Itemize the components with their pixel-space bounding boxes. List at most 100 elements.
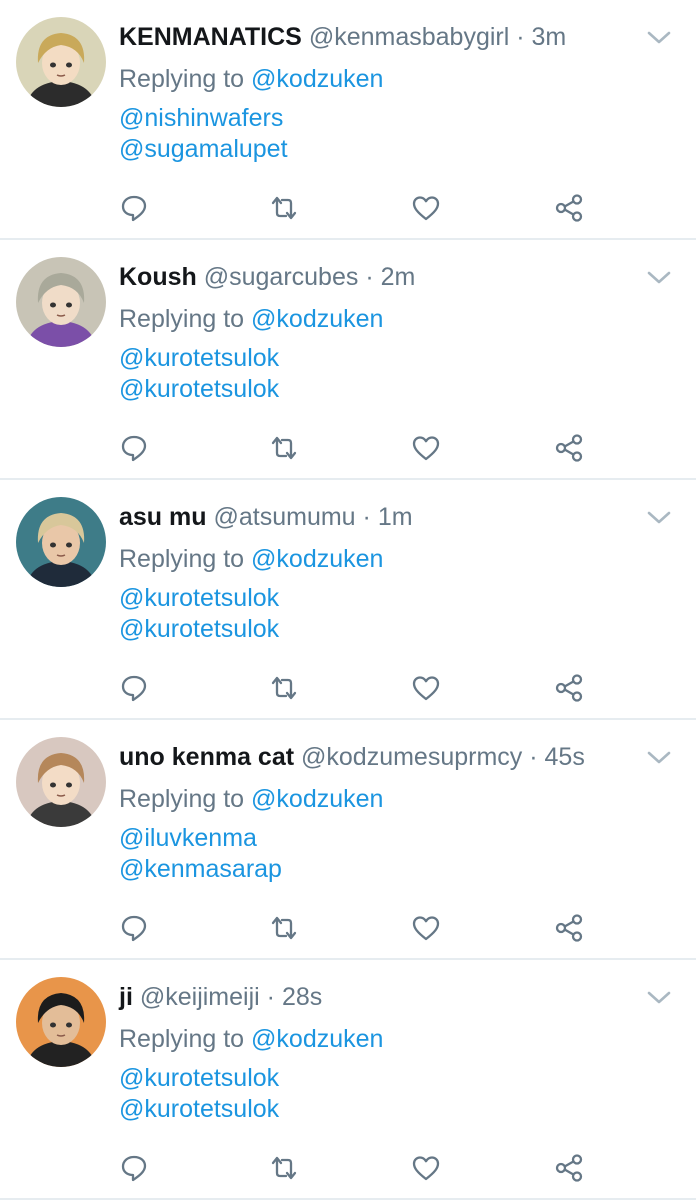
- user-handle[interactable]: @kenmasbabygirl: [309, 23, 509, 51]
- timestamp[interactable]: 1m: [378, 503, 413, 531]
- mention-link[interactable]: @kurotetsulok: [119, 1094, 279, 1125]
- avatar-image: [16, 257, 106, 347]
- avatar-image: [16, 17, 106, 107]
- reply-icon[interactable]: [114, 668, 154, 708]
- share-icon[interactable]: [549, 428, 589, 468]
- replying-to-link[interactable]: @kodzuken: [251, 1025, 383, 1053]
- user-handle[interactable]: @keijimeiji: [140, 983, 260, 1011]
- tweet-body: @kurotetsulok @kurotetsulok: [119, 1063, 279, 1125]
- heart-icon[interactable]: [406, 908, 446, 948]
- timeline: KENMANATICS @kenmasbabygirl · 3m Replyin…: [0, 0, 696, 1200]
- reply-icon[interactable]: [114, 188, 154, 228]
- reply-icon[interactable]: [114, 908, 154, 948]
- avatar-image: [16, 737, 106, 827]
- tweet-body: @iluvkenma @kenmasarap: [119, 823, 282, 885]
- separator-dot: ·: [516, 23, 532, 51]
- display-name[interactable]: uno kenma cat: [119, 743, 294, 771]
- avatar[interactable]: [16, 977, 106, 1067]
- chevron-down-icon[interactable]: [644, 268, 674, 288]
- mention-link[interactable]: @kurotetsulok: [119, 343, 279, 374]
- mention-link[interactable]: @kurotetsulok: [119, 374, 279, 405]
- mention-link[interactable]: @iluvkenma: [119, 823, 282, 854]
- replying-label: Replying to: [119, 65, 245, 93]
- tweet-actions: [0, 668, 696, 708]
- replying-to: Replying to @kodzuken: [119, 1022, 383, 1056]
- retweet-icon[interactable]: [264, 188, 304, 228]
- avatar-image: [16, 497, 106, 587]
- retweet-icon[interactable]: [264, 668, 304, 708]
- separator-dot: ·: [529, 743, 545, 771]
- user-handle[interactable]: @kodzumesuprmcy: [301, 743, 522, 771]
- heart-icon[interactable]: [406, 428, 446, 468]
- replying-to: Replying to @kodzuken: [119, 302, 383, 336]
- mention-link[interactable]: @sugamalupet: [119, 134, 288, 165]
- chevron-down-icon[interactable]: [644, 508, 674, 528]
- replying-to-link[interactable]: @kodzuken: [251, 305, 383, 333]
- replying-label: Replying to: [119, 785, 245, 813]
- display-name[interactable]: Koush: [119, 263, 197, 291]
- tweet-actions: [0, 908, 696, 948]
- separator-dot: ·: [266, 983, 282, 1011]
- tweet[interactable]: uno kenma cat @kodzumesuprmcy · 45s Repl…: [0, 720, 696, 960]
- avatar[interactable]: [16, 737, 106, 827]
- display-name[interactable]: KENMANATICS: [119, 23, 302, 51]
- timestamp[interactable]: 2m: [381, 263, 416, 291]
- replying-to-link[interactable]: @kodzuken: [251, 785, 383, 813]
- share-icon[interactable]: [549, 668, 589, 708]
- tweet-body: @kurotetsulok @kurotetsulok: [119, 343, 279, 405]
- mention-link[interactable]: @kurotetsulok: [119, 583, 279, 614]
- tweet[interactable]: ji @keijimeiji · 28s Replying to @kodzuk…: [0, 960, 696, 1200]
- tweet-actions: [0, 188, 696, 228]
- replying-to-link[interactable]: @kodzuken: [251, 65, 383, 93]
- avatar-image: [16, 977, 106, 1067]
- retweet-icon[interactable]: [264, 1148, 304, 1188]
- reply-icon[interactable]: [114, 1148, 154, 1188]
- separator-dot: ·: [362, 503, 378, 531]
- tweet[interactable]: KENMANATICS @kenmasbabygirl · 3m Replyin…: [0, 0, 696, 240]
- replying-label: Replying to: [119, 545, 245, 573]
- timestamp[interactable]: 28s: [282, 983, 322, 1011]
- separator-dot: ·: [365, 263, 381, 291]
- timestamp[interactable]: 45s: [545, 743, 585, 771]
- tweet-actions: [0, 1148, 696, 1188]
- replying-to: Replying to @kodzuken: [119, 542, 383, 576]
- heart-icon[interactable]: [406, 668, 446, 708]
- tweet-header: Koush @sugarcubes · 2m: [119, 260, 636, 294]
- user-handle[interactable]: @atsumumu: [213, 503, 355, 531]
- mention-link[interactable]: @kurotetsulok: [119, 1063, 279, 1094]
- user-handle[interactable]: @sugarcubes: [204, 263, 359, 291]
- chevron-down-icon[interactable]: [644, 28, 674, 48]
- avatar[interactable]: [16, 497, 106, 587]
- heart-icon[interactable]: [406, 1148, 446, 1188]
- replying-to: Replying to @kodzuken: [119, 62, 383, 96]
- reply-icon[interactable]: [114, 428, 154, 468]
- mention-link[interactable]: @kurotetsulok: [119, 614, 279, 645]
- tweet[interactable]: Koush @sugarcubes · 2m Replying to @kodz…: [0, 240, 696, 480]
- replying-label: Replying to: [119, 305, 245, 333]
- mention-link[interactable]: @nishinwafers: [119, 103, 288, 134]
- tweet-header: ji @keijimeiji · 28s: [119, 980, 636, 1014]
- tweet-header: KENMANATICS @kenmasbabygirl · 3m: [119, 20, 636, 54]
- retweet-icon[interactable]: [264, 428, 304, 468]
- heart-icon[interactable]: [406, 188, 446, 228]
- avatar[interactable]: [16, 17, 106, 107]
- replying-label: Replying to: [119, 1025, 245, 1053]
- tweet-body: @kurotetsulok @kurotetsulok: [119, 583, 279, 645]
- mention-link[interactable]: @kenmasarap: [119, 854, 282, 885]
- replying-to: Replying to @kodzuken: [119, 782, 383, 816]
- display-name[interactable]: asu mu: [119, 503, 207, 531]
- tweet[interactable]: asu mu @atsumumu · 1m Replying to @kodzu…: [0, 480, 696, 720]
- tweet-body: @nishinwafers @sugamalupet: [119, 103, 288, 165]
- display-name[interactable]: ji: [119, 983, 133, 1011]
- chevron-down-icon[interactable]: [644, 748, 674, 768]
- share-icon[interactable]: [549, 908, 589, 948]
- replying-to-link[interactable]: @kodzuken: [251, 545, 383, 573]
- tweet-header: uno kenma cat @kodzumesuprmcy · 45s: [119, 740, 636, 774]
- chevron-down-icon[interactable]: [644, 988, 674, 1008]
- avatar[interactable]: [16, 257, 106, 347]
- retweet-icon[interactable]: [264, 908, 304, 948]
- share-icon[interactable]: [549, 1148, 589, 1188]
- tweet-actions: [0, 428, 696, 468]
- timestamp[interactable]: 3m: [532, 23, 567, 51]
- share-icon[interactable]: [549, 188, 589, 228]
